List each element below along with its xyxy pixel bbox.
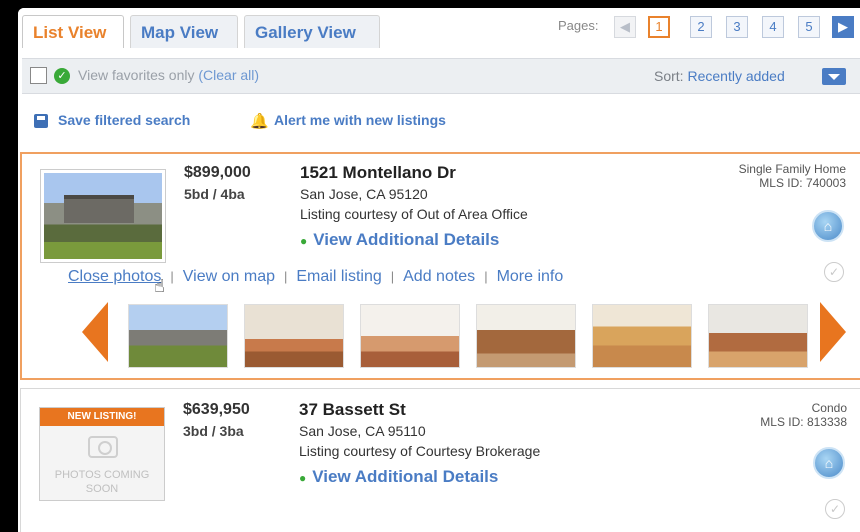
listing-price: $899,000 <box>184 164 251 181</box>
carousel-prev-arrow-icon[interactable] <box>82 302 108 362</box>
filter-bar: ✓ View favorites only (Clear all) Sort: … <box>22 58 860 94</box>
leaf-icon: ● <box>299 471 307 485</box>
save-search-link[interactable]: Save filtered search <box>58 112 190 128</box>
listing-card: $899,000 5bd / 4ba 1521 Montellano Dr Sa… <box>20 152 860 380</box>
listing-courtesy: Listing courtesy of Courtesy Brokerage <box>299 443 541 459</box>
hand-cursor-icon: ☝ <box>154 276 165 296</box>
leaf-icon: ● <box>300 234 308 248</box>
property-type: Condo <box>811 401 847 415</box>
sort-dropdown-icon[interactable] <box>822 68 846 85</box>
mls-id: MLS ID: 740003 <box>759 176 846 190</box>
property-type: Single Family Home <box>738 162 846 176</box>
select-check-icon[interactable]: ✓ <box>825 499 845 519</box>
mls-id: MLS ID: 813338 <box>760 415 847 429</box>
favorite-house-icon[interactable]: ⌂ <box>813 447 845 479</box>
photo-thumbnail[interactable] <box>592 304 692 368</box>
camera-icon <box>88 436 118 458</box>
page-3-button[interactable]: 3 <box>726 16 748 38</box>
search-actions: Save filtered search 🔔 Alert me with new… <box>22 104 860 140</box>
page-5-button[interactable]: 5 <box>798 16 820 38</box>
favorites-checkbox[interactable] <box>30 67 47 84</box>
favorite-house-icon[interactable]: ⌂ <box>812 210 844 242</box>
email-listing-link[interactable]: Email listing <box>296 268 381 285</box>
add-notes-link[interactable]: Add notes <box>403 268 475 285</box>
photo-thumbnail[interactable] <box>128 304 228 368</box>
alert-listings-link[interactable]: Alert me with new listings <box>274 112 446 128</box>
photo-strip <box>122 304 812 370</box>
next-page-icon[interactable]: ▶ <box>832 16 854 38</box>
favorites-filter: View favorites only (Clear all) <box>78 67 259 83</box>
photos-coming-soon: PHOTOS COMING SOON <box>54 469 150 495</box>
favorites-label: View favorites only <box>78 67 195 83</box>
listing-actions: Close photos | View on map | Email listing | A… <box>68 268 564 285</box>
sort-label: Sort: <box>654 68 684 84</box>
sort-value[interactable]: Recently added <box>687 68 784 84</box>
photo-thumbnail[interactable] <box>476 304 576 368</box>
view-on-map-link[interactable]: View on map <box>183 268 275 285</box>
new-listing-badge: NEW LISTING! <box>40 408 164 426</box>
listing-card: NEW LISTING! PHOTOS COMING SOON $639,950… <box>20 388 860 532</box>
pages-label: Pages: <box>558 18 599 33</box>
tab-map-view[interactable]: Map View <box>130 15 238 48</box>
clear-all-link[interactable]: (Clear all) <box>198 67 259 83</box>
favorite-check-icon: ✓ <box>54 68 70 84</box>
photo-thumbnail[interactable] <box>708 304 808 368</box>
listings-app: List View Map View Gallery View Pages: ◀… <box>18 8 860 532</box>
photo-thumbnail[interactable] <box>360 304 460 368</box>
no-photo-placeholder[interactable]: NEW LISTING! PHOTOS COMING SOON <box>39 407 165 501</box>
page-2-button[interactable]: 2 <box>690 16 712 38</box>
prev-page-icon[interactable]: ◀ <box>614 16 636 38</box>
view-details-link[interactable]: ● View Additional Details <box>300 230 499 250</box>
page-1-button[interactable]: 1 <box>648 16 670 38</box>
select-check-icon[interactable]: ✓ <box>824 262 844 282</box>
listing-address[interactable]: 1521 Montellano Dr <box>300 163 456 183</box>
listing-address[interactable]: 37 Bassett St <box>299 400 406 420</box>
tab-list-view[interactable]: List View <box>22 15 124 48</box>
close-photos-link[interactable]: Close photos <box>68 268 161 285</box>
listing-beds-baths: 5bd / 4ba <box>184 186 245 202</box>
listing-beds-baths: 3bd / 3ba <box>183 423 244 439</box>
listing-thumbnail[interactable] <box>40 169 166 263</box>
view-details-link[interactable]: ● View Additional Details <box>299 467 498 487</box>
carousel-next-arrow-icon[interactable] <box>820 302 846 362</box>
listing-city: San Jose, CA 95110 <box>299 423 426 439</box>
listing-price: $639,950 <box>183 401 250 418</box>
listing-city: San Jose, CA 95120 <box>300 186 428 202</box>
alert-bell-icon: 🔔 <box>250 113 269 130</box>
photo-thumbnail[interactable] <box>244 304 344 368</box>
listing-courtesy: Listing courtesy of Out of Area Office <box>300 206 528 222</box>
sort-control: Sort: Recently added <box>654 68 785 84</box>
tab-bar: List View Map View Gallery View Pages: ◀… <box>18 8 860 52</box>
page-4-button[interactable]: 4 <box>762 16 784 38</box>
save-disk-icon <box>34 114 48 128</box>
tab-gallery-view[interactable]: Gallery View <box>244 15 380 48</box>
more-info-link[interactable]: More info <box>497 268 564 285</box>
